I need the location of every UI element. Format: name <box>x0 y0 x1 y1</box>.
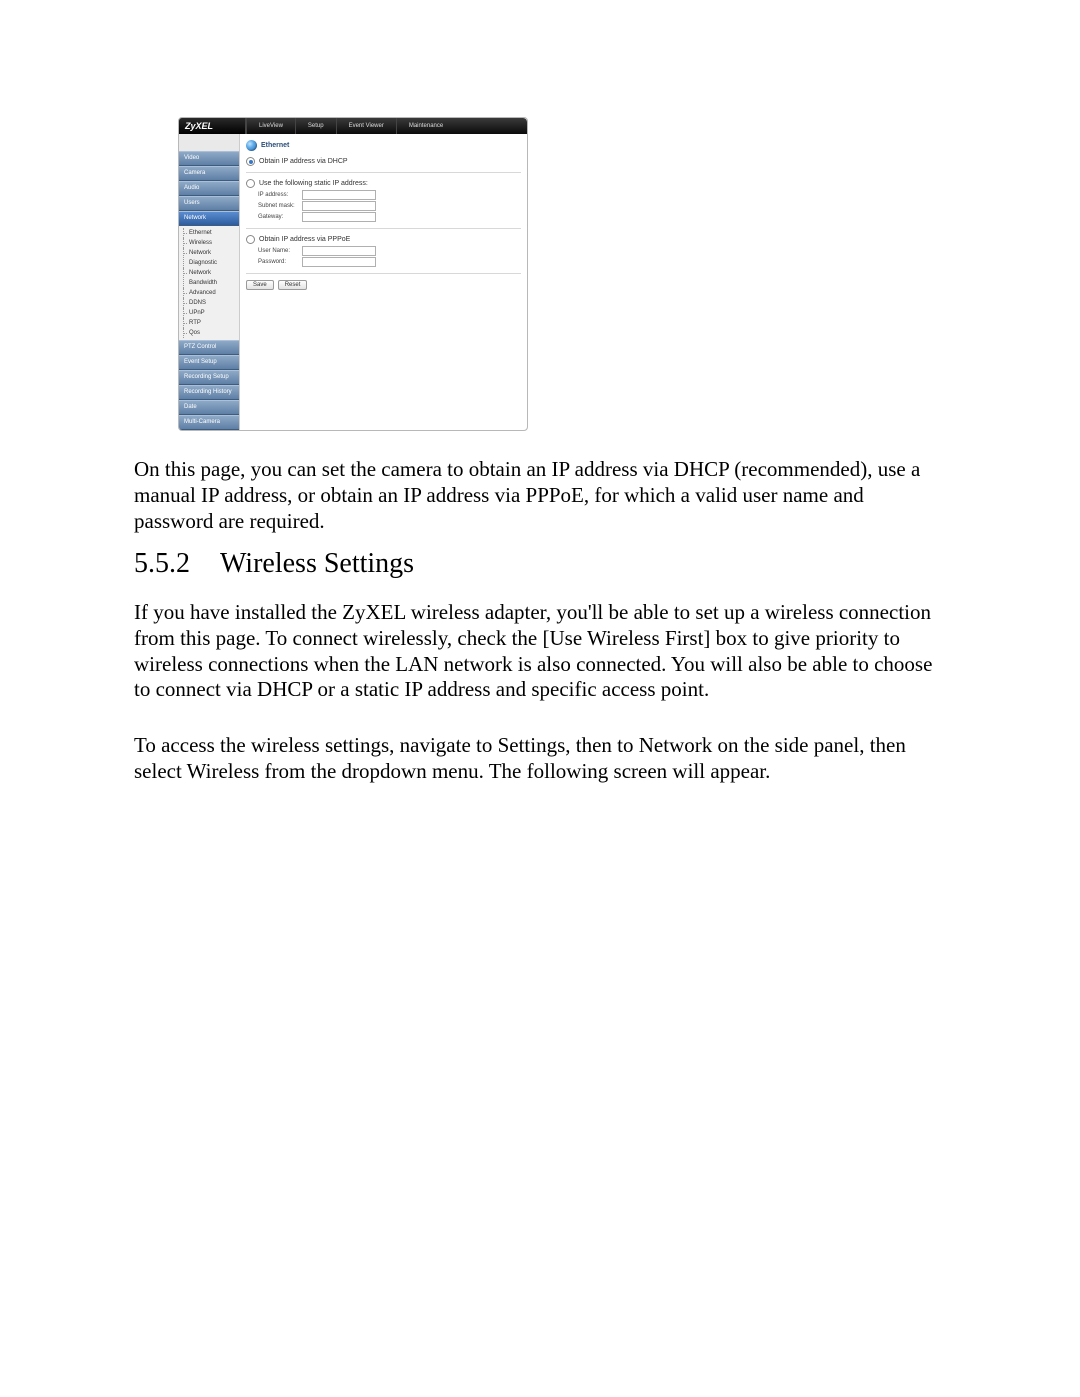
brand-logo: ZyXEL <box>179 118 246 134</box>
divider <box>246 228 521 229</box>
sidebar-item-date[interactable]: Date <box>179 400 239 415</box>
label-ip: IP address: <box>258 192 302 198</box>
sidebar-item-event-setup[interactable]: Event Setup <box>179 355 239 370</box>
option-dhcp[interactable]: Obtain IP address via DHCP <box>246 157 521 166</box>
globe-icon <box>246 140 257 151</box>
heading-wireless-settings: 5.5.2 Wireless Settings <box>134 548 414 580</box>
row-subnet: Subnet mask: <box>258 201 521 211</box>
sidebar-spacer <box>179 134 239 151</box>
paragraph-wireless-1: If you have installed the ZyXEL wireless… <box>134 600 944 703</box>
tree-item-rtp[interactable]: RTP <box>183 318 239 328</box>
network-tree: Ethernet Wireless Network Diagnostic Net… <box>179 226 239 340</box>
sidebar-item-camera[interactable]: Camera <box>179 166 239 181</box>
heading-number: 5.5.2 <box>134 548 190 580</box>
input-password[interactable] <box>302 257 376 267</box>
sidebar: Video Camera Audio Users Network Etherne… <box>179 134 240 430</box>
row-username: User Name: <box>258 246 521 256</box>
topnav: LiveView Setup Event Viewer Maintenance <box>246 118 455 134</box>
tree-item-ethernet[interactable]: Ethernet <box>183 228 239 238</box>
radio-pppoe[interactable] <box>246 235 255 244</box>
camera-admin-ui: ZyXEL LiveView Setup Event Viewer Mainte… <box>178 117 528 431</box>
label-gateway: Gateway: <box>258 214 302 220</box>
reset-button[interactable]: Reset <box>278 280 308 290</box>
sidebar-item-ptz-control[interactable]: PTZ Control <box>179 340 239 355</box>
row-gateway: Gateway: <box>258 212 521 222</box>
label-password: Password: <box>258 259 302 265</box>
panel-title: Ethernet <box>261 142 289 149</box>
row-ip: IP address: <box>258 190 521 200</box>
input-gateway[interactable] <box>302 212 376 222</box>
paragraph-intro: On this page, you can set the camera to … <box>134 457 944 534</box>
ui-body: Video Camera Audio Users Network Etherne… <box>179 134 527 430</box>
paragraph-wireless-2: To access the wireless settings, navigat… <box>134 733 944 785</box>
tree-item-network-diagnostic[interactable]: Network Diagnostic <box>183 248 239 268</box>
sidebar-item-audio[interactable]: Audio <box>179 181 239 196</box>
sidebar-item-video[interactable]: Video <box>179 151 239 166</box>
input-username[interactable] <box>302 246 376 256</box>
nav-maintenance[interactable]: Maintenance <box>396 118 455 134</box>
sidebar-item-network[interactable]: Network <box>179 211 239 226</box>
content-panel: Ethernet Obtain IP address via DHCP Use … <box>240 134 527 430</box>
panel-header: Ethernet <box>246 140 521 151</box>
nav-setup[interactable]: Setup <box>295 118 336 134</box>
topbar: ZyXEL LiveView Setup Event Viewer Mainte… <box>179 118 527 134</box>
tree-item-ddns[interactable]: DDNS <box>183 298 239 308</box>
label-username: User Name: <box>258 248 302 254</box>
input-subnet[interactable] <box>302 201 376 211</box>
label-dhcp: Obtain IP address via DHCP <box>259 158 348 165</box>
label-static: Use the following static IP address: <box>259 180 368 187</box>
page: ZyXEL LiveView Setup Event Viewer Mainte… <box>0 0 1080 1397</box>
radio-static[interactable] <box>246 179 255 188</box>
label-pppoe: Obtain IP address via PPPoE <box>259 236 350 243</box>
divider <box>246 172 521 173</box>
save-button[interactable]: Save <box>246 280 274 290</box>
input-ip[interactable] <box>302 190 376 200</box>
option-static[interactable]: Use the following static IP address: <box>246 179 521 188</box>
nav-event-viewer[interactable]: Event Viewer <box>336 118 396 134</box>
button-row: Save Reset <box>246 280 521 290</box>
tree-item-wireless[interactable]: Wireless <box>183 238 239 248</box>
tree-item-upnp[interactable]: UPnP <box>183 308 239 318</box>
sidebar-item-recording-setup[interactable]: Recording Setup <box>179 370 239 385</box>
sidebar-item-recording-history[interactable]: Recording History <box>179 385 239 400</box>
heading-title: Wireless Settings <box>220 548 414 580</box>
tree-item-network-bandwidth[interactable]: Network Bandwidth <box>183 268 239 288</box>
tree-item-advanced[interactable]: Advanced <box>183 288 239 298</box>
radio-dhcp[interactable] <box>246 157 255 166</box>
label-subnet: Subnet mask: <box>258 203 302 209</box>
divider <box>246 273 521 274</box>
tree-item-qos[interactable]: Qos <box>183 328 239 338</box>
sidebar-item-multi-camera[interactable]: Multi-Camera <box>179 415 239 430</box>
nav-liveview[interactable]: LiveView <box>246 118 295 134</box>
sidebar-item-users[interactable]: Users <box>179 196 239 211</box>
row-password: Password: <box>258 257 521 267</box>
option-pppoe[interactable]: Obtain IP address via PPPoE <box>246 235 521 244</box>
